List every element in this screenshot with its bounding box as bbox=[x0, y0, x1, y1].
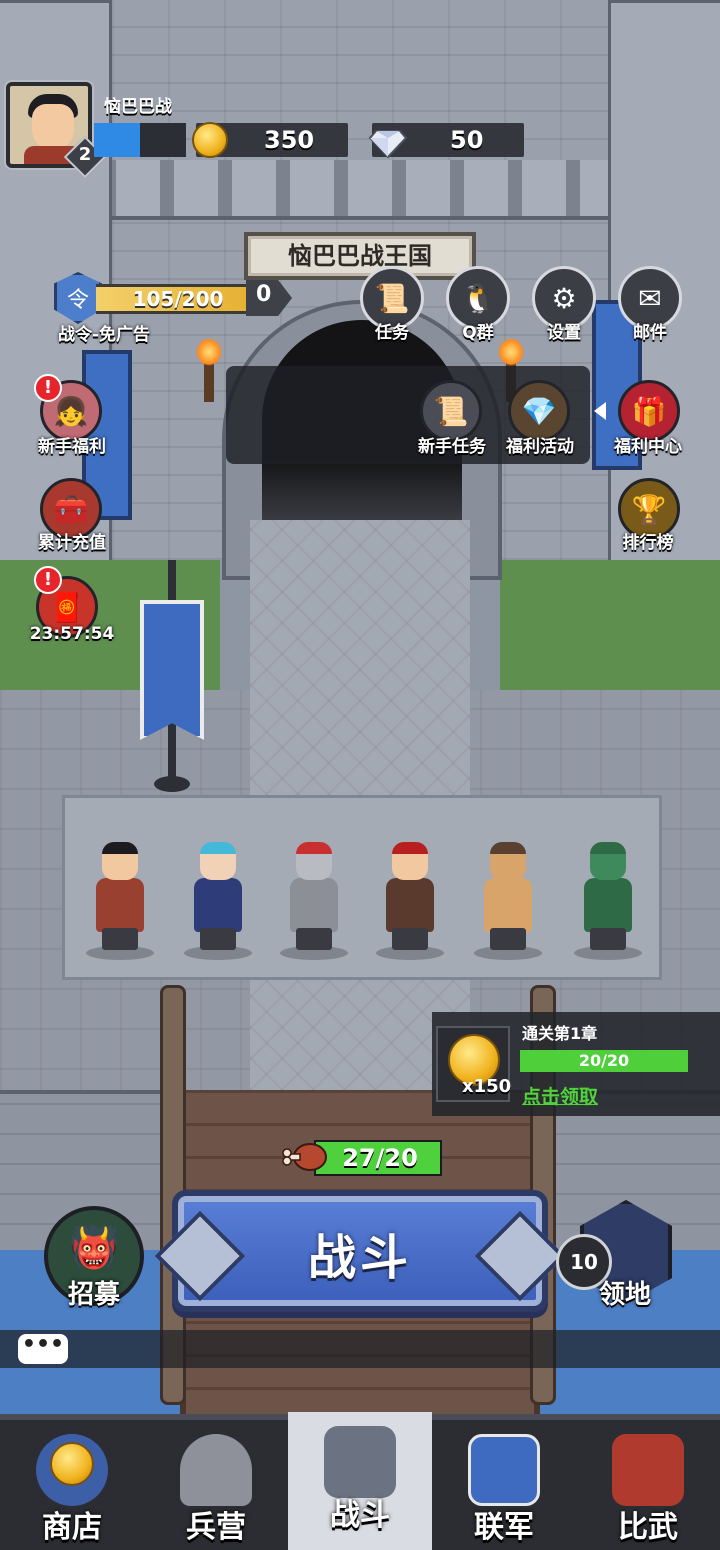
nav-tab-shop[interactable]: 商店 bbox=[0, 1420, 144, 1550]
flag-base bbox=[154, 776, 190, 792]
nav-tab-arena[interactable]: 比武 bbox=[576, 1420, 720, 1550]
reward-quantity: x150 bbox=[462, 1076, 512, 1097]
qq-group-label: Q群 bbox=[462, 323, 494, 343]
countdown-timer: 23:57:54 bbox=[29, 624, 115, 644]
chapter-progress-text: 20/20 bbox=[578, 1051, 630, 1070]
collapse-arrow-icon[interactable] bbox=[594, 402, 606, 420]
dragon-flag-icon bbox=[140, 600, 204, 740]
welfare-center-label: 福利中心 bbox=[614, 437, 682, 457]
alert-badge: ! bbox=[34, 566, 62, 594]
hero-beast[interactable] bbox=[470, 820, 546, 960]
mail-label: 邮件 bbox=[633, 323, 667, 343]
gold-coin-icon bbox=[192, 122, 228, 158]
arena-icon bbox=[612, 1434, 684, 1506]
diamond-amount: 50 bbox=[450, 126, 484, 154]
battle-pass-count: 0 bbox=[256, 282, 272, 307]
scroll-icon: 📜 bbox=[433, 394, 469, 428]
hero-swordsman[interactable] bbox=[82, 820, 158, 960]
chapter-title: 通关第1章 bbox=[522, 1024, 598, 1043]
helmet-icon bbox=[180, 1434, 252, 1506]
territory-label: 领地 bbox=[598, 1280, 651, 1310]
gem-chest-icon: 💎 bbox=[521, 394, 557, 428]
xp-fill bbox=[94, 123, 140, 157]
chat-bubble-icon[interactable]: ••• bbox=[18, 1334, 68, 1364]
gold-amount: 350 bbox=[264, 126, 315, 154]
nav-tab-battle[interactable]: 战斗 bbox=[288, 1412, 432, 1550]
grass-right bbox=[500, 560, 720, 690]
dragon-banner-icon bbox=[468, 1434, 540, 1506]
recruit-label: 招募 bbox=[67, 1280, 120, 1310]
player-name: 恼巴巴战 bbox=[104, 97, 172, 117]
nav-tab-alliance[interactable]: 联军 bbox=[432, 1420, 576, 1550]
nav-label-alliance: 联军 bbox=[474, 1510, 534, 1545]
nav-label-battle: 战斗 bbox=[330, 1498, 390, 1533]
claim-reward-link[interactable]: 点击领取 bbox=[522, 1082, 598, 1109]
nav-label-arena: 比武 bbox=[618, 1510, 678, 1545]
settings-label: 设置 bbox=[547, 323, 581, 343]
diamond-icon bbox=[368, 130, 408, 159]
gift-icon: 🎁 bbox=[631, 394, 667, 428]
welfare-activity-label: 福利活动 bbox=[506, 437, 574, 457]
battle-pass-progress: 105/200 bbox=[132, 287, 224, 311]
hero-mage[interactable] bbox=[180, 820, 256, 960]
kingdom-title: 恼巴巴战王国 bbox=[244, 232, 476, 280]
castle-icon bbox=[324, 1426, 396, 1498]
tasks-label: 任务 bbox=[375, 323, 409, 343]
stamina-value: 27/20 bbox=[342, 1144, 418, 1172]
avatar-face bbox=[32, 104, 74, 150]
torch-icon bbox=[196, 338, 222, 402]
nav-label-shop: 商店 bbox=[42, 1510, 102, 1545]
alert-badge: ! bbox=[34, 374, 62, 402]
nav-tab-barracks[interactable]: 兵营 bbox=[144, 1420, 288, 1550]
battle-pass-label: 战令-免广告 bbox=[58, 325, 151, 345]
newbie-welfare-label: 新手福利 bbox=[38, 437, 106, 457]
meat-icon bbox=[282, 1143, 327, 1171]
chat-bar[interactable] bbox=[0, 1330, 720, 1368]
nav-label-barracks: 兵营 bbox=[186, 1510, 246, 1545]
hero-warrior[interactable] bbox=[372, 820, 448, 960]
recharge-label: 累计充值 bbox=[38, 533, 106, 553]
coin-shop-icon bbox=[36, 1434, 108, 1506]
newbie-task-label: 新手任务 bbox=[418, 437, 486, 457]
battle-button-label: 战斗 bbox=[307, 1230, 412, 1286]
hero-rifleman[interactable] bbox=[570, 820, 646, 960]
hero-knight[interactable] bbox=[276, 820, 352, 960]
leaderboard-label: 排行榜 bbox=[622, 533, 674, 553]
